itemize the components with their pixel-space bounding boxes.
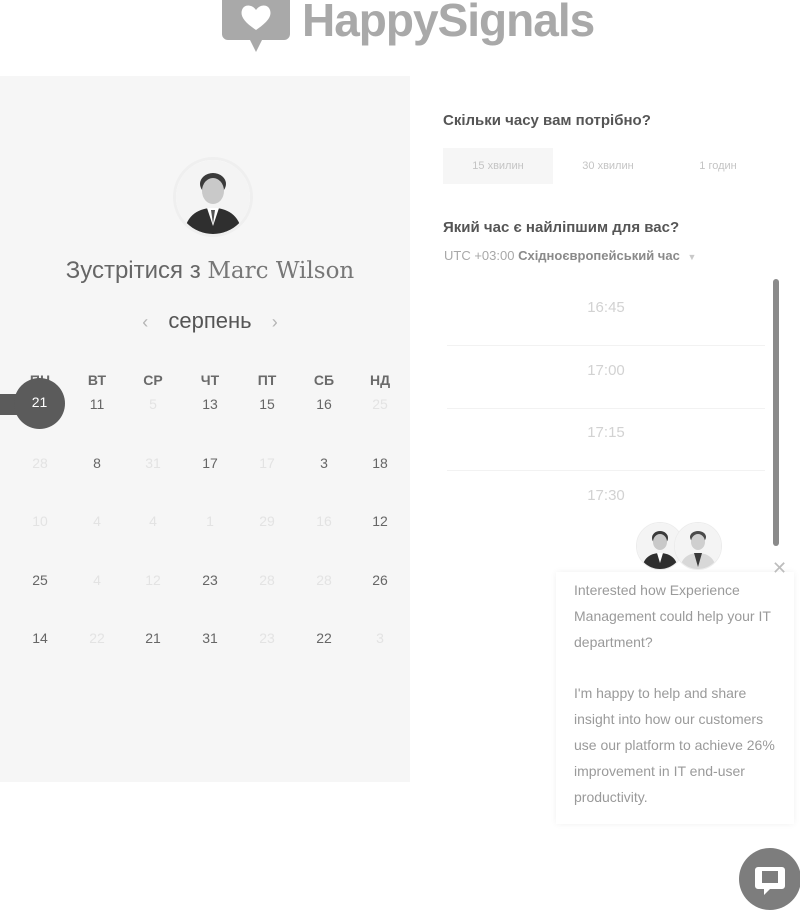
calendar-day[interactable]: 12 bbox=[360, 513, 400, 529]
weekday-thu: ЧТ bbox=[200, 372, 220, 388]
duration-tabs: 15 хвилин 30 хвилин 1 годин bbox=[443, 148, 793, 184]
caret-down-icon: ▼ bbox=[687, 252, 697, 262]
time-slot[interactable]: 17:30 bbox=[447, 467, 765, 525]
calendar-day: 1 bbox=[206, 513, 214, 529]
timezone-offset: UTC +03:00 bbox=[444, 248, 515, 263]
calendar-day[interactable]: 11 bbox=[77, 396, 117, 412]
close-icon[interactable]: ✕ bbox=[772, 558, 787, 579]
calendar-day[interactable]: 16 bbox=[304, 396, 344, 412]
duration-option-60[interactable]: 1 годин bbox=[663, 148, 773, 184]
calendar-day: 12 bbox=[145, 572, 161, 588]
time-slot[interactable]: 17:00 bbox=[447, 342, 765, 400]
calendar-day: 28 bbox=[316, 572, 332, 588]
person-icon bbox=[675, 523, 721, 569]
chat-launcher-button[interactable] bbox=[739, 848, 800, 910]
chat-agent-avatars bbox=[636, 522, 726, 572]
calendar-day[interactable]: 18 bbox=[360, 455, 400, 471]
calendar-day: 29 bbox=[259, 513, 275, 529]
calendar-day: 22 bbox=[89, 630, 105, 646]
chat-bubble-icon bbox=[755, 867, 785, 895]
calendar-day: 5 bbox=[149, 396, 157, 412]
meet-title-prefix: Зустрітися з bbox=[65, 257, 201, 284]
month-label: серпень bbox=[168, 308, 252, 333]
calendar-day[interactable]: 23 bbox=[190, 572, 230, 588]
brand-name: HappySignals bbox=[302, 0, 595, 46]
timezone-select[interactable]: UTC +03:00 Східноєвропейський час ▼ bbox=[444, 248, 696, 263]
weekday-sun: НД bbox=[369, 372, 391, 388]
calendar-day: 16 bbox=[316, 513, 332, 529]
chat-message-intro: Interested how Experience Management cou… bbox=[574, 582, 771, 650]
time-slot[interactable]: 17:15 bbox=[447, 404, 765, 462]
calendar-day[interactable]: 31 bbox=[190, 630, 230, 646]
calendar-panel: Зустрітися з Marc Wilson ‹ серпень › ПН … bbox=[0, 76, 410, 782]
calendar-day: 31 bbox=[145, 455, 161, 471]
calendar-day: 28 bbox=[259, 572, 275, 588]
calendar-day: 23 bbox=[259, 630, 275, 646]
calendar-day[interactable]: 25 bbox=[20, 572, 60, 588]
calendar-day[interactable]: 21 bbox=[133, 630, 173, 646]
weekday-fri: ПТ bbox=[257, 372, 277, 388]
time-slot[interactable]: 16:45 bbox=[447, 279, 765, 337]
calendar-day: 4 bbox=[93, 513, 101, 529]
calendar-day: 4 bbox=[149, 513, 157, 529]
meet-title: Зустрітися з Marc Wilson bbox=[0, 257, 420, 285]
heart-bubble-logo-icon bbox=[222, 0, 290, 52]
weekday-wed: СР bbox=[143, 372, 163, 388]
chat-popup: Interested how Experience Management cou… bbox=[556, 572, 794, 824]
person-icon bbox=[176, 160, 250, 234]
calendar-day: 28 bbox=[32, 455, 48, 471]
calendar-day: 25 bbox=[372, 396, 388, 412]
weekday-sat: СБ bbox=[313, 372, 335, 388]
calendar-day: 3 bbox=[376, 630, 384, 646]
calendar-day[interactable]: 13 bbox=[190, 396, 230, 412]
host-avatar bbox=[173, 157, 253, 237]
selected-day-number[interactable]: 21 bbox=[14, 394, 65, 410]
chevron-left-icon[interactable]: ‹ bbox=[128, 312, 162, 332]
duration-option-30[interactable]: 30 хвилин bbox=[553, 148, 663, 184]
weekday-tue: ВТ bbox=[87, 372, 107, 388]
calendar-day: 10 bbox=[32, 513, 48, 529]
time-list-scrollbar[interactable] bbox=[773, 279, 779, 546]
calendar-day: 4 bbox=[93, 572, 101, 588]
month-navigation: ‹ серпень › bbox=[0, 308, 420, 334]
timezone-name: Східноєвропейський час bbox=[518, 248, 680, 263]
agent-avatar bbox=[674, 522, 722, 570]
calendar-day[interactable]: 14 bbox=[20, 630, 60, 646]
calendar-day[interactable]: 15 bbox=[247, 396, 287, 412]
time-question: Який час є найліпшим для вас? bbox=[443, 219, 680, 236]
calendar-day[interactable]: 8 bbox=[77, 455, 117, 471]
chat-message-offer: I'm happy to help and share insight into… bbox=[574, 685, 775, 805]
duration-question: Скільки часу вам потрібно? bbox=[443, 112, 651, 129]
host-name: Marc Wilson bbox=[207, 258, 355, 284]
chevron-right-icon[interactable]: › bbox=[258, 312, 292, 332]
calendar-day: 17 bbox=[259, 455, 275, 471]
calendar-day[interactable]: 26 bbox=[360, 572, 400, 588]
calendar-day[interactable]: 22 bbox=[304, 630, 344, 646]
calendar-day[interactable]: 3 bbox=[304, 455, 344, 471]
calendar-day[interactable]: 17 bbox=[190, 455, 230, 471]
duration-option-15[interactable]: 15 хвилин bbox=[443, 148, 553, 184]
brand-logo: HappySignals bbox=[220, 0, 595, 62]
